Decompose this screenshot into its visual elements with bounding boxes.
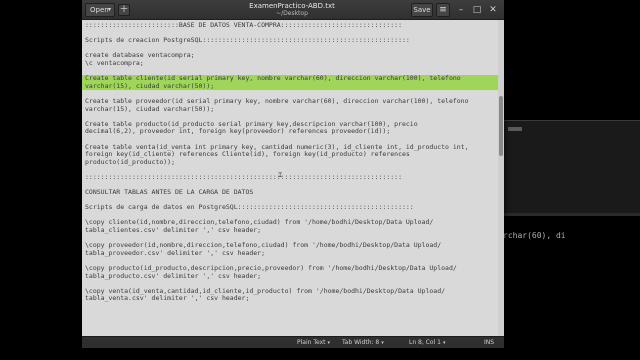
code-line[interactable]: [82, 181, 498, 189]
code-line[interactable]: Scripts de creacion PostgreSQL::::::::::…: [82, 37, 498, 45]
code-line[interactable]: tabla_clientes.csv' delimiter ',' csv he…: [82, 227, 498, 235]
chevron-down-icon: ▾: [442, 340, 446, 346]
close-button[interactable]: ✕: [487, 4, 499, 16]
code-line[interactable]: \c ventacompra;: [82, 60, 498, 68]
code-line[interactable]: \copy venta(id_venta,cantidad,id_cliente…: [82, 288, 498, 296]
code-line[interactable]: [82, 303, 498, 311]
chevron-down-icon: ▾: [107, 6, 111, 13]
code-line[interactable]: [82, 136, 498, 144]
code-line[interactable]: tabla_producto.csv' delimiter ',' csv he…: [82, 273, 498, 281]
highlighted-code-line[interactable]: varchar(15), ciudad varchar(50));: [82, 82, 498, 91]
tab-width-selector[interactable]: Tab Width: 8 ▾: [342, 337, 384, 349]
code-line[interactable]: Create table venta(id_venta int primary …: [82, 144, 498, 152]
background-terminal-divider: [500, 213, 640, 216]
code-line[interactable]: [82, 318, 498, 326]
text-editor-area[interactable]: ::::::::::::::::::::::::BASE DE DATOS VE…: [82, 20, 498, 336]
maximize-button[interactable]: □: [471, 4, 483, 16]
background-terminal-tab[interactable]: [508, 127, 522, 131]
window-subtitle: ~/Desktop: [276, 10, 308, 17]
code-line[interactable]: [82, 326, 498, 334]
background-terminal-text: rchar(60), di: [503, 231, 566, 240]
new-document-icon: ＋: [119, 5, 129, 15]
window-title-block: ExamenPractico-ABD.txt ~/Desktop: [212, 2, 372, 17]
mouse-cursor-icon: ⌶: [278, 171, 283, 179]
code-line[interactable]: [82, 212, 498, 220]
minimize-button[interactable]: –: [455, 4, 467, 16]
code-line[interactable]: create database ventacompra;: [82, 52, 498, 60]
chevron-down-icon: ▾: [381, 340, 384, 346]
code-line[interactable]: \copy producto(id_producto,descripcion,p…: [82, 265, 498, 273]
scrollbar-thumb[interactable]: [499, 96, 503, 156]
code-line[interactable]: Scripts de carga de datos en PostgreSQL:…: [82, 204, 498, 212]
status-bar: Plain Text ▾ Tab Width: 8 ▾ Ln 8, Col 1 ▾ I…: [82, 336, 504, 348]
close-icon: ✕: [489, 5, 497, 15]
text-editor-window: Open ▾ ＋ ExamenPractico-ABD.txt ~/Deskto…: [82, 0, 504, 348]
title-bar[interactable]: Open ▾ ＋ ExamenPractico-ABD.txt ~/Deskto…: [82, 0, 504, 20]
code-content[interactable]: ::::::::::::::::::::::::BASE DE DATOS VE…: [82, 22, 498, 333]
minimize-icon: –: [458, 5, 464, 15]
code-line[interactable]: [82, 280, 498, 288]
code-line[interactable]: tabla_venta.csv' delimiter ',' csv heade…: [82, 295, 498, 303]
cursor-position[interactable]: Ln 8, Col 1 ▾: [409, 337, 445, 349]
code-line[interactable]: [82, 235, 498, 243]
code-line[interactable]: varchar(15), ciudad varchar(50));: [82, 106, 498, 114]
maximize-icon: □: [472, 5, 482, 15]
code-line[interactable]: [82, 197, 498, 205]
hamburger-icon: ≡: [439, 5, 447, 15]
background-terminal-window[interactable]: [500, 120, 640, 215]
save-button[interactable]: Save: [411, 3, 433, 17]
chevron-down-icon: ▾: [327, 340, 330, 346]
new-document-button[interactable]: ＋: [118, 4, 130, 16]
code-line[interactable]: tabla_proveedor.csv' delimiter ',' csv h…: [82, 250, 498, 258]
code-line[interactable]: [82, 30, 498, 38]
syntax-selector[interactable]: Plain Text ▾: [297, 337, 330, 349]
code-line[interactable]: [82, 45, 498, 53]
code-line[interactable]: producto(id_producto));: [82, 159, 498, 167]
window-title: ExamenPractico-ABD.txt: [249, 2, 335, 10]
code-line[interactable]: [82, 113, 498, 121]
code-line[interactable]: [82, 90, 498, 98]
code-line[interactable]: [82, 68, 498, 76]
code-line[interactable]: decimal(6,2), proveedor int, foreign key…: [82, 128, 498, 136]
code-line[interactable]: foreign key(id_cliente) references Clien…: [82, 151, 498, 159]
code-line[interactable]: [82, 166, 498, 174]
hamburger-menu-button[interactable]: ≡: [436, 3, 450, 17]
code-line[interactable]: Create table proveedor(id serial primary…: [82, 98, 498, 106]
code-line[interactable]: \copy proveedor(id,nombre,direccion,tele…: [82, 242, 498, 250]
tab-width-label: Tab Width: 8: [342, 339, 380, 346]
highlighted-code-line[interactable]: Create table cliente(id serial primary k…: [82, 75, 498, 83]
cursor-position-label: Ln 8, Col 1: [409, 339, 441, 346]
insert-mode-indicator: INS: [484, 339, 495, 346]
code-line[interactable]: ::::::::::::::::::::::::::::::::::::::::…: [82, 174, 498, 182]
vertical-scrollbar[interactable]: [498, 20, 504, 336]
open-button[interactable]: Open ▾: [85, 3, 115, 17]
syntax-label: Plain Text: [297, 339, 326, 346]
code-line[interactable]: [82, 311, 498, 319]
code-line[interactable]: \copy cliente(id,nombre,direccion,telefo…: [82, 219, 498, 227]
code-line[interactable]: ::::::::::::::::::::::::BASE DE DATOS VE…: [82, 22, 498, 30]
code-line[interactable]: [82, 257, 498, 265]
code-line[interactable]: Create table producto(id_producto serial…: [82, 121, 498, 129]
open-button-label: Open: [90, 6, 109, 14]
code-line[interactable]: CONSULTAR TABLAS ANTES DE LA CARGA DE DA…: [82, 189, 498, 197]
